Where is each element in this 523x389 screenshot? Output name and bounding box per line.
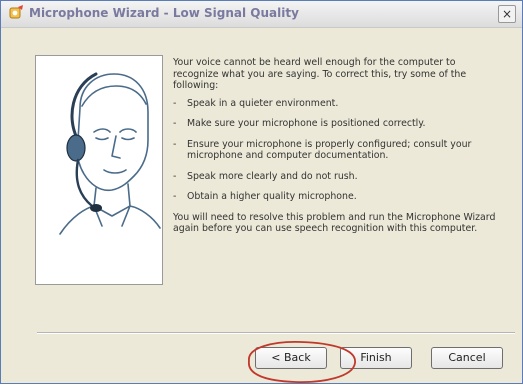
button-separator bbox=[37, 332, 515, 334]
finish-button[interactable]: Finish bbox=[340, 347, 412, 369]
back-button[interactable]: < Back bbox=[255, 347, 327, 369]
suggestion-item: - Speak more clearly and do not rush. bbox=[173, 171, 503, 183]
bullet-marker: - bbox=[173, 138, 177, 150]
bullet-marker: - bbox=[173, 97, 177, 109]
suggestion-text: Ensure your microphone is properly confi… bbox=[187, 138, 472, 162]
close-button[interactable]: × bbox=[498, 5, 516, 23]
title-bar[interactable]: Microphone Wizard - Low Signal Quality × bbox=[1, 1, 522, 28]
bullet-marker: - bbox=[173, 118, 177, 129]
suggestion-text: Make sure your microphone is positioned … bbox=[187, 118, 426, 129]
headset-face-icon bbox=[36, 72, 162, 288]
microphone-wizard-dialog: Microphone Wizard - Low Signal Quality × bbox=[0, 0, 523, 384]
bullet-marker: - bbox=[173, 170, 177, 182]
illustration-panel bbox=[35, 55, 163, 285]
closing-text: You will need to resolve this problem an… bbox=[173, 211, 496, 235]
cancel-button[interactable]: Cancel bbox=[431, 347, 503, 369]
bullet-marker: - bbox=[173, 191, 177, 202]
suggestion-item: - Obtain a higher quality microphone. bbox=[173, 191, 503, 203]
intro-text: Your voice cannot be heard well enough f… bbox=[173, 57, 467, 91]
suggestion-text: Speak in a quieter environment. bbox=[187, 97, 339, 109]
suggestion-item: - Speak in a quieter environment. bbox=[173, 98, 503, 110]
suggestion-text: Speak more clearly and do not rush. bbox=[187, 170, 358, 182]
window-title: Microphone Wizard - Low Signal Quality bbox=[29, 6, 299, 20]
suggestion-item: - Ensure your microphone is properly con… bbox=[173, 139, 503, 162]
suggestion-list: - Speak in a quieter environment. - Make… bbox=[173, 98, 503, 203]
suggestion-text: Obtain a higher quality microphone. bbox=[187, 191, 357, 202]
wizard-message: Your voice cannot be heard well enough f… bbox=[173, 57, 503, 235]
suggestion-item: - Make sure your microphone is positione… bbox=[173, 118, 503, 130]
microphone-wizard-icon bbox=[7, 4, 25, 22]
